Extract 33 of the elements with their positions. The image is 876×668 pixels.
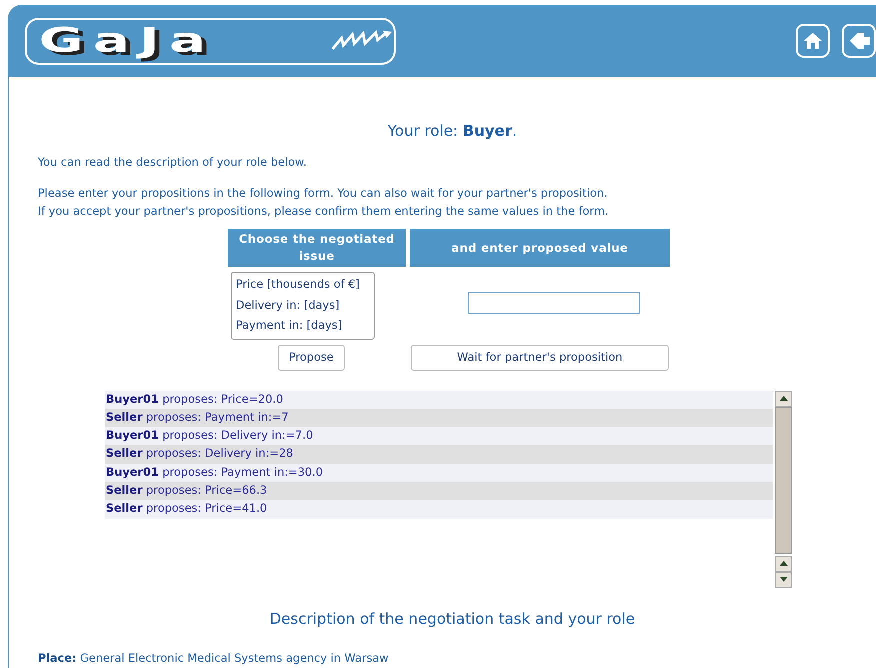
propose-button[interactable]: Propose [278,344,345,370]
arrow-icon [848,31,870,51]
section-title: Description of the negotiation task and your role [268,610,636,628]
intro-text: You can read the description of your role below. [38,155,308,171]
scroll-thumb[interactable] [775,406,792,554]
proposal-entry: Buyer01 proposes: Payment in:=30.0 [105,464,773,482]
proposal-entry: Seller proposes: Price=41.0 [105,500,773,519]
exit-button[interactable] [842,24,876,58]
issue-listbox[interactable]: Price [thousends of €] Delivery in: [days] Payment in: [days] [231,272,375,340]
scroll-down-icon [780,577,788,582]
place-text: Place: General Electronic Medical Systems agency in Warsaw [38,652,390,664]
instruction-text: If you accept your partner's propositions, please confirm them entering the same values in the form. [38,204,610,220]
proposal-entry: Buyer01 proposes: Delivery in:=7.0 [105,427,773,446]
proposal-entry: Seller proposes: Delivery in:=28 [105,445,773,464]
scrollbar[interactable] [775,390,792,588]
issue-option[interactable]: Price [thousends of €] [232,275,374,296]
proposal-entry: Seller proposes: Price=66.3 [105,482,773,500]
home-button[interactable] [796,24,830,58]
issue-option[interactable]: Payment in: [days] [232,316,374,336]
wait-button[interactable]: Wait for partner's proposition [411,344,669,370]
column-header: Choose the negotiated issue [228,229,406,267]
issue-option[interactable]: Delivery in: [days] [232,296,374,316]
scroll-up-icon [780,396,788,401]
role-title: Your role: Buyer. [386,122,518,140]
zigzag-arrow-icon [331,30,394,52]
home-icon [803,31,823,51]
value-input[interactable] [468,292,640,314]
instruction-text: Please enter your propositions in the following form. You can also wait for your partner's proposition. [38,186,609,202]
logo: GaJa [39,21,217,61]
proposal-entry: Seller proposes: Payment in:=7 [105,408,773,428]
scroll-up-icon [780,561,788,566]
column-header: and enter proposed value [410,229,670,267]
proposal-entry: Buyer01 proposes: Price=20.0 [105,390,773,409]
